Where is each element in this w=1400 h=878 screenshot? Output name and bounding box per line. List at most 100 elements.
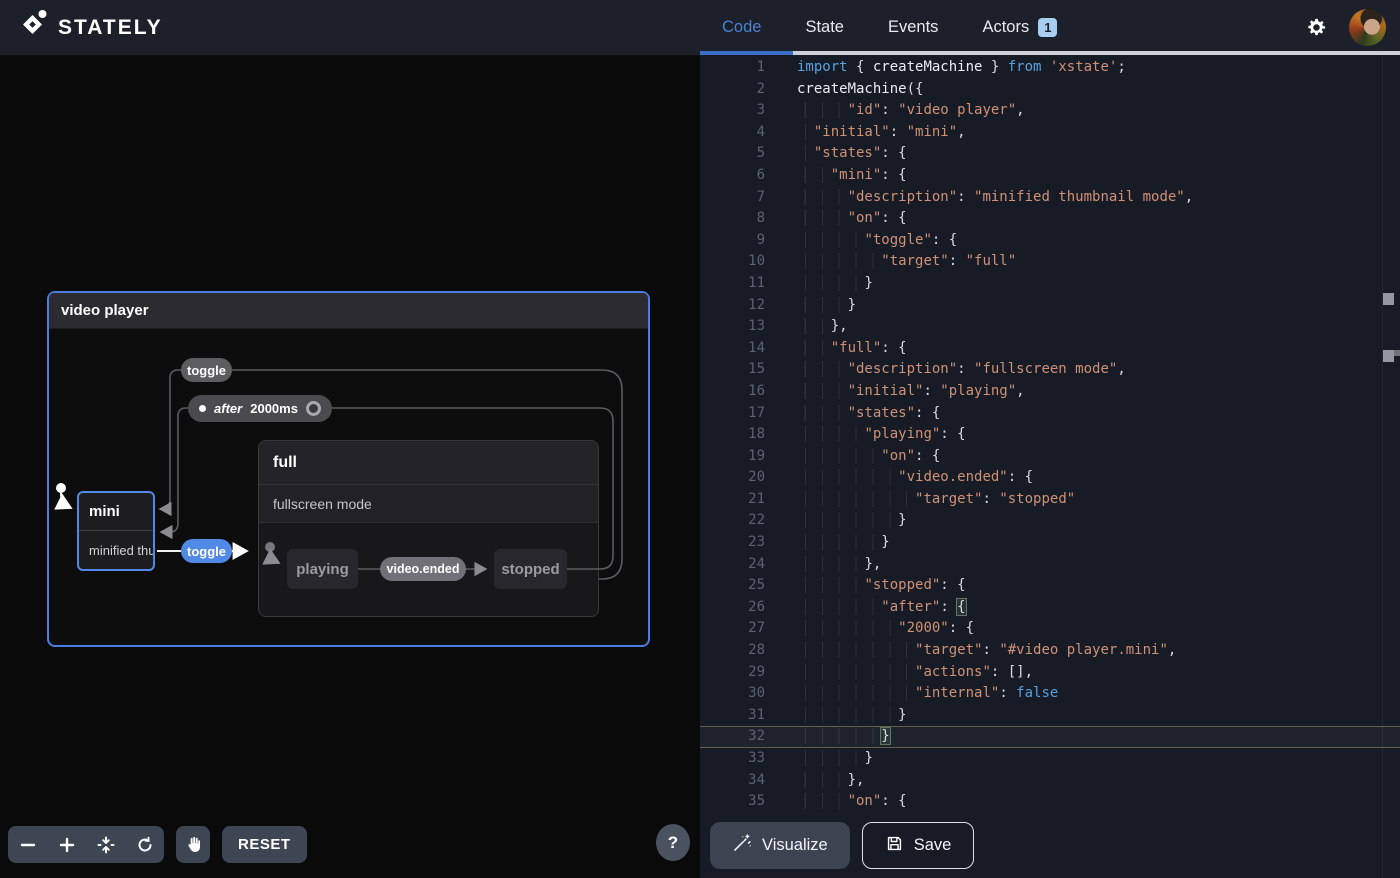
code-line[interactable]: 3 "id": "video player", bbox=[700, 100, 1400, 122]
reset-button[interactable]: RESET bbox=[222, 826, 307, 863]
tab-events[interactable]: Events bbox=[888, 18, 938, 37]
settings-gear-icon[interactable] bbox=[1303, 15, 1329, 41]
line-content: "description": "minified thumbnail mode"… bbox=[765, 187, 1193, 209]
code-line[interactable]: 28 "target": "#video player.mini", bbox=[700, 640, 1400, 662]
code-line[interactable]: 19 "on": { bbox=[700, 446, 1400, 468]
line-number: 29 bbox=[700, 662, 765, 684]
delay-dot-icon bbox=[199, 405, 206, 412]
line-content: "initial": "playing", bbox=[765, 381, 1025, 403]
pan-tool-button[interactable] bbox=[176, 826, 210, 863]
code-line[interactable]: 18 "playing": { bbox=[700, 424, 1400, 446]
zoom-in-button[interactable] bbox=[52, 830, 82, 860]
code-line[interactable]: 14 "full": { bbox=[700, 338, 1400, 360]
code-line[interactable]: 12 } bbox=[700, 295, 1400, 317]
code-line[interactable]: 7 "description": "minified thumbnail mod… bbox=[700, 187, 1400, 209]
stately-editor-app: STATELY Code State Events Actors 1 bbox=[0, 0, 1400, 878]
line-number: 14 bbox=[700, 338, 765, 360]
code-lines[interactable]: 1import { createMachine } from 'xstate';… bbox=[700, 57, 1400, 813]
line-number: 17 bbox=[700, 403, 765, 425]
stately-logo-icon bbox=[22, 9, 48, 46]
code-line[interactable]: 6 "mini": { bbox=[700, 165, 1400, 187]
code-line[interactable]: 35 "on": { bbox=[700, 791, 1400, 813]
line-number: 22 bbox=[700, 510, 765, 532]
reset-zoom-button[interactable] bbox=[130, 830, 160, 860]
line-number: 10 bbox=[700, 251, 765, 273]
save-button[interactable]: Save bbox=[862, 822, 975, 869]
state-title: mini bbox=[89, 503, 120, 520]
event-after-2000ms[interactable]: after 2000ms bbox=[188, 395, 332, 422]
code-editor-panel[interactable]: 1import { createMachine } from 'xstate';… bbox=[700, 55, 1400, 878]
line-number: 16 bbox=[700, 381, 765, 403]
diagram-canvas[interactable]: video player full fullscreen mode playin… bbox=[0, 55, 700, 878]
state-title: video player bbox=[61, 302, 149, 319]
code-line[interactable]: 29 "actions": [], bbox=[700, 662, 1400, 684]
line-content: } bbox=[765, 726, 891, 748]
line-number: 20 bbox=[700, 467, 765, 489]
code-line[interactable]: 27 "2000": { bbox=[700, 618, 1400, 640]
state-full-header[interactable]: full bbox=[259, 441, 598, 484]
line-number: 19 bbox=[700, 446, 765, 468]
state-mini-description: minified thumbnail mode bbox=[79, 531, 153, 569]
line-content: "on": { bbox=[765, 208, 907, 230]
code-line[interactable]: 32 } bbox=[700, 726, 1400, 748]
line-number: 9 bbox=[700, 230, 765, 252]
code-line[interactable]: 34 }, bbox=[700, 770, 1400, 792]
code-line[interactable]: 11 } bbox=[700, 273, 1400, 295]
brand-name: STATELY bbox=[58, 16, 163, 40]
code-line[interactable]: 16 "initial": "playing", bbox=[700, 381, 1400, 403]
code-line[interactable]: 5 "states": { bbox=[700, 143, 1400, 165]
line-number: 24 bbox=[700, 554, 765, 576]
state-full[interactable]: full fullscreen mode bbox=[258, 440, 599, 617]
line-number: 3 bbox=[700, 100, 765, 122]
state-stopped[interactable]: stopped bbox=[494, 549, 567, 589]
line-content: } bbox=[765, 532, 890, 554]
code-line[interactable]: 15 "description": "fullscreen mode", bbox=[700, 359, 1400, 381]
code-line[interactable]: 24 }, bbox=[700, 554, 1400, 576]
state-playing[interactable]: playing bbox=[287, 549, 358, 589]
overview-ruler-mark bbox=[1383, 350, 1394, 362]
line-number: 2 bbox=[700, 79, 765, 101]
code-line[interactable]: 2createMachine({ bbox=[700, 79, 1400, 101]
code-line[interactable]: 23 } bbox=[700, 532, 1400, 554]
help-button[interactable]: ? bbox=[656, 824, 690, 861]
state-mini-header[interactable]: mini bbox=[79, 493, 153, 531]
line-number: 21 bbox=[700, 489, 765, 511]
line-content: }, bbox=[765, 316, 848, 338]
visualize-button[interactable]: Visualize bbox=[710, 822, 850, 869]
code-line[interactable]: 1import { createMachine } from 'xstate'; bbox=[700, 57, 1400, 79]
code-line[interactable]: 10 "target": "full" bbox=[700, 251, 1400, 273]
line-number: 5 bbox=[700, 143, 765, 165]
code-line[interactable]: 17 "states": { bbox=[700, 403, 1400, 425]
code-line[interactable]: 8 "on": { bbox=[700, 208, 1400, 230]
line-content: "states": { bbox=[765, 403, 940, 425]
code-line[interactable]: 31 } bbox=[700, 705, 1400, 727]
code-line[interactable]: 20 "video.ended": { bbox=[700, 467, 1400, 489]
event-toggle-mini-to-full[interactable]: toggle bbox=[181, 539, 232, 563]
fit-view-button[interactable] bbox=[91, 830, 121, 860]
code-line[interactable]: 25 "stopped": { bbox=[700, 575, 1400, 597]
code-line[interactable]: 4 "initial": "mini", bbox=[700, 122, 1400, 144]
event-toggle-full-to-mini[interactable]: toggle bbox=[181, 358, 232, 382]
code-line[interactable]: 9 "toggle": { bbox=[700, 230, 1400, 252]
code-line[interactable]: 26 "after": { bbox=[700, 597, 1400, 619]
event-video-ended[interactable]: video.ended bbox=[380, 557, 466, 581]
user-avatar[interactable] bbox=[1349, 9, 1386, 46]
code-line[interactable]: 33 } bbox=[700, 748, 1400, 770]
code-line[interactable]: 30 "internal": false bbox=[700, 683, 1400, 705]
line-number: 8 bbox=[700, 208, 765, 230]
zoom-out-button[interactable] bbox=[13, 830, 43, 860]
tab-actors[interactable]: Actors 1 bbox=[982, 18, 1057, 38]
state-mini[interactable]: mini minified thumbnail mode bbox=[77, 491, 155, 571]
tab-code[interactable]: Code bbox=[722, 18, 761, 37]
state-full-description: fullscreen mode bbox=[259, 484, 598, 522]
code-line[interactable]: 21 "target": "stopped" bbox=[700, 489, 1400, 511]
line-number: 23 bbox=[700, 532, 765, 554]
brand[interactable]: STATELY bbox=[0, 9, 163, 46]
state-video-player-header[interactable]: video player bbox=[49, 293, 648, 329]
line-number: 33 bbox=[700, 748, 765, 770]
code-line[interactable]: 22 } bbox=[700, 510, 1400, 532]
code-line[interactable]: 13 }, bbox=[700, 316, 1400, 338]
actors-count-badge: 1 bbox=[1038, 18, 1057, 38]
line-number: 18 bbox=[700, 424, 765, 446]
tab-state[interactable]: State bbox=[805, 18, 844, 37]
